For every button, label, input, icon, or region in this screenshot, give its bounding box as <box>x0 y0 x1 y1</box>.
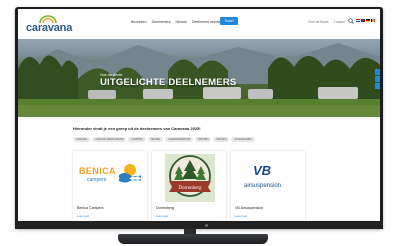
side-share-tabs <box>375 69 380 90</box>
filter-chip[interactable]: CAMPING <box>128 137 146 142</box>
exhibitor-card-benica[interactable]: BENICA campers Benica Campers Lees meer <box>73 151 147 221</box>
flag-be-icon[interactable] <box>371 19 375 22</box>
monitor-frame: caravana Bezoeken Deelnemers Nieuws Deel… <box>15 7 383 229</box>
filter-chip[interactable]: BOOTEN <box>195 137 212 142</box>
nav-item-bezoeken[interactable]: Bezoeken <box>131 20 147 24</box>
utility-nav: Over de Beurs Contact <box>308 20 345 24</box>
main-nav: Bezoeken Deelnemers Nieuws Deelnemer wor… <box>131 20 222 24</box>
dorrenberg-badge-text: Dorrenberg <box>179 186 202 191</box>
benica-logo: BENICA campers <box>75 153 145 203</box>
flag-nl-icon[interactable] <box>356 19 360 22</box>
monitor-bezel-bottom <box>15 221 383 229</box>
exhibitor-cards: BENICA campers Benica Campers Lees meer <box>73 151 305 221</box>
category-filters: CARAVAN CARAVAN RESTAURATIE CAMPING TENT… <box>73 137 255 142</box>
ticket-button[interactable]: Ticket <box>220 17 238 25</box>
benica-logo-text: BENICA <box>79 166 116 176</box>
exhibitor-card-dorrenberg[interactable]: Dorrenberg Dorrenberg Lees meer <box>152 151 226 221</box>
hero-title: UITGELICHTE DEELNEMERS <box>100 77 237 88</box>
nav-item-nieuws[interactable]: Nieuws <box>175 20 186 24</box>
utility-link-over[interactable]: Over de Beurs <box>308 20 329 24</box>
share-tab[interactable] <box>375 69 380 75</box>
intro-heading: Hieronder vindt je een greep uit de deel… <box>73 126 201 131</box>
filter-chip[interactable]: CARAVAN <box>73 137 91 142</box>
caravana-logo[interactable]: caravana <box>26 15 72 35</box>
share-tab[interactable] <box>375 76 380 82</box>
filter-chip[interactable]: ACCESSOIRES <box>231 137 255 142</box>
filter-chip[interactable]: FIETSEN <box>213 137 230 142</box>
card-read-more-link[interactable]: Lees meer <box>235 215 247 218</box>
card-name: Dorrenberg <box>156 206 175 210</box>
vb-logo-subtext: airsuspension <box>244 183 282 189</box>
exhibitor-card-vb[interactable]: VB airsuspension VB Airsuspension Lees m… <box>231 151 305 221</box>
site-header: caravana Bezoeken Deelnemers Nieuws Deel… <box>18 9 380 39</box>
benica-logo-subtext: campers <box>87 177 107 183</box>
logo-text: caravana <box>26 22 73 34</box>
dorrenberg-badge-icon: Dorrenberg <box>165 154 215 202</box>
share-tab[interactable] <box>375 83 380 89</box>
vb-logo: VB airsuspension <box>233 153 303 203</box>
filter-chip[interactable]: CARAVAN RESTAURATIE <box>92 137 127 142</box>
card-read-more-link[interactable]: Lees meer <box>77 215 89 218</box>
sun-wave-icon <box>119 164 141 183</box>
vb-logo-text: VB <box>253 163 272 178</box>
flag-de-icon[interactable] <box>366 19 370 22</box>
card-name: VB Airsuspension <box>235 206 264 210</box>
flag-en-icon[interactable] <box>361 19 365 22</box>
card-read-more-link[interactable]: Lees meer <box>156 215 168 218</box>
filter-chip[interactable]: CAMPERVERHUUR <box>165 137 194 142</box>
card-name: Benica Campers <box>77 206 104 210</box>
nav-item-deelnemer-worden[interactable]: Deelnemer worden <box>192 20 222 24</box>
nav-item-deelnemers[interactable]: Deelnemers <box>152 20 171 24</box>
hero-banner: Voor uw plezier UITGELICHTE DEELNEMERS <box>18 39 380 117</box>
dorrenberg-logo: Dorrenberg <box>154 153 224 203</box>
monitor-stand-base <box>118 234 268 244</box>
search-icon[interactable] <box>348 18 354 24</box>
browser-viewport: caravana Bezoeken Deelnemers Nieuws Deel… <box>18 9 380 221</box>
filter-chip[interactable]: TENTEN <box>147 137 164 142</box>
power-led-icon <box>205 224 208 227</box>
utility-link-contact[interactable]: Contact <box>334 20 345 24</box>
language-switcher <box>356 19 375 22</box>
